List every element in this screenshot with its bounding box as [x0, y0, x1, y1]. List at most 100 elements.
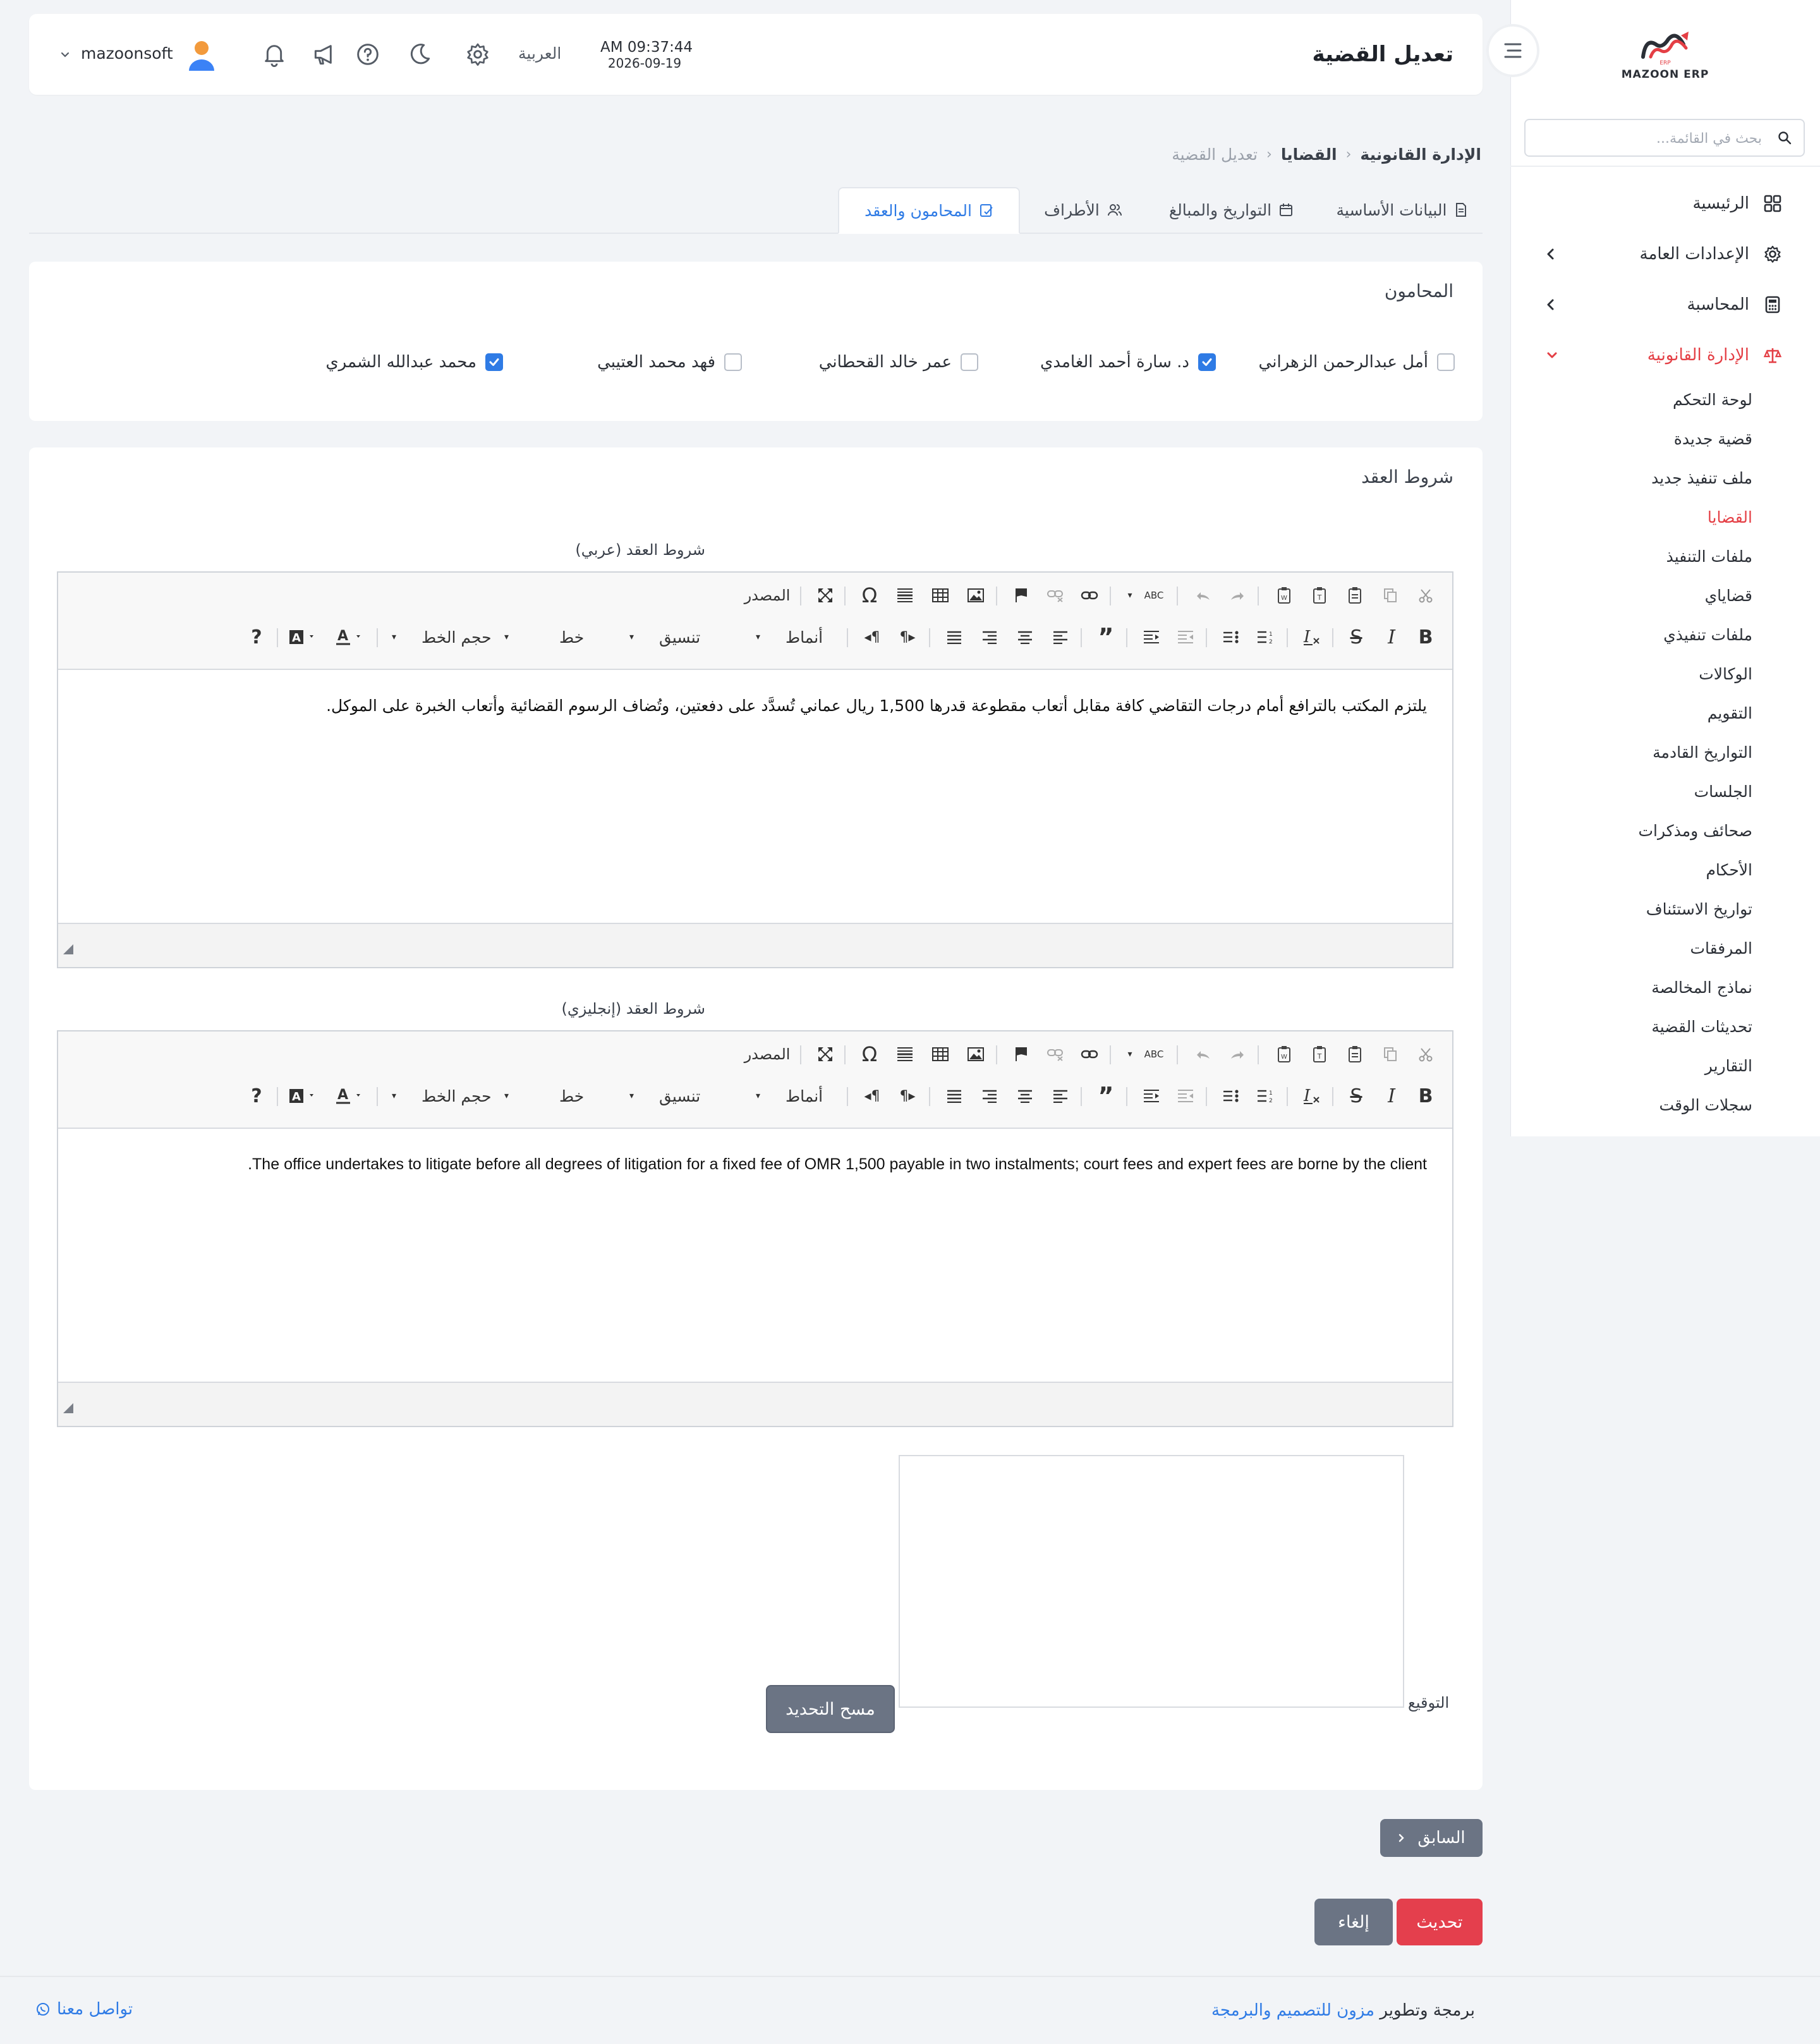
lawyer-checkbox-omar[interactable]: عمر خالد القحطاني: [819, 353, 978, 372]
bulleted-list-icon[interactable]: [1220, 624, 1242, 650]
breadcrumb-parent[interactable]: القضايا: [1281, 145, 1337, 164]
redo-icon[interactable]: [1226, 583, 1249, 608]
app-logo[interactable]: ERP MAZOON ERP: [1618, 25, 1713, 88]
lawyer-checkbox-amal[interactable]: أمل عبدالرحمن الزهراني: [1259, 353, 1455, 372]
paste-word-icon[interactable]: W: [1273, 1042, 1295, 1067]
outdent-icon[interactable]: [1174, 1083, 1197, 1109]
remove-format-icon[interactable]: I: [1301, 1083, 1323, 1109]
cut-icon[interactable]: [1414, 1042, 1437, 1067]
rtl-direction-icon[interactable]: ◂¶: [861, 624, 883, 650]
link-icon[interactable]: [1078, 1042, 1101, 1067]
image-icon[interactable]: [964, 583, 987, 608]
paste-text-icon[interactable]: T: [1308, 1042, 1331, 1067]
copy-icon[interactable]: [1379, 1042, 1402, 1067]
sidebar-subitem-case-updates[interactable]: تحديثات القضية: [1651, 1018, 1752, 1036]
styles-dropdown[interactable]: أنماط ▾: [756, 624, 823, 650]
blockquote-icon[interactable]: ”: [1095, 1082, 1117, 1110]
unlink-icon[interactable]: [1044, 583, 1067, 608]
format-dropdown[interactable]: تنسيق ▾: [629, 624, 700, 650]
checkbox-checked[interactable]: [485, 353, 503, 371]
settings-gear-icon[interactable]: [465, 42, 490, 67]
english-terms-content[interactable]: .The office undertakes to litigate befor…: [248, 1155, 1427, 1174]
indent-icon[interactable]: [1140, 1083, 1163, 1109]
language-switch[interactable]: العربية: [518, 44, 561, 63]
sidebar-subitem-sessions[interactable]: الجلسات: [1694, 782, 1752, 801]
maximize-icon[interactable]: [814, 583, 837, 608]
breadcrumb-root[interactable]: الإدارة القانونية: [1360, 145, 1481, 164]
table-icon[interactable]: [929, 1042, 952, 1067]
update-button[interactable]: تحديث: [1397, 1899, 1483, 1945]
horizontal-rule-icon[interactable]: [894, 583, 916, 608]
align-left-icon[interactable]: [1049, 624, 1072, 650]
arabic-terms-content[interactable]: يلتزم المكتب بالترافع أمام درجات التقاضي…: [326, 697, 1427, 715]
resize-handle-icon[interactable]: [63, 944, 73, 954]
text-color-button[interactable]: A: [334, 624, 368, 650]
redo-icon[interactable]: [1226, 1042, 1249, 1067]
tab-basic-data[interactable]: البيانات الأساسية: [1321, 187, 1483, 233]
search-icon[interactable]: [1777, 130, 1792, 145]
font-size-dropdown[interactable]: حجم الخط ▾: [392, 1083, 492, 1109]
cut-icon[interactable]: [1414, 583, 1437, 608]
sidebar-subitem-new-case[interactable]: قضية جديدة: [1674, 430, 1752, 448]
spellcheck-icon[interactable]: ABC: [1139, 583, 1169, 608]
horizontal-rule-icon[interactable]: [894, 1042, 916, 1067]
bg-color-button[interactable]: A: [287, 1083, 321, 1109]
tab-lawyers-contract[interactable]: المحامون والعقد: [838, 187, 1020, 234]
ltr-direction-icon[interactable]: ¶▸: [896, 624, 919, 650]
cancel-button[interactable]: إلغاء: [1314, 1899, 1393, 1945]
spellcheck-dropdown-icon[interactable]: ▾: [1124, 583, 1136, 608]
sidebar-subitem-my-cases[interactable]: قضاياي: [1705, 587, 1752, 605]
user-name[interactable]: mazoonsoft: [81, 44, 173, 63]
clear-signature-button[interactable]: مسح التحديد: [766, 1685, 895, 1733]
lawyer-checkbox-mohammed[interactable]: محمد عبدالله الشمري: [325, 353, 503, 372]
sidebar-search-input[interactable]: [1546, 126, 1763, 150]
strikethrough-button[interactable]: S: [1346, 1083, 1366, 1109]
help-icon[interactable]: [355, 42, 380, 67]
special-char-icon[interactable]: Ω: [858, 583, 881, 608]
sidebar-subitem-upcoming-dates[interactable]: التواريخ القادمة: [1653, 743, 1752, 762]
bg-color-button[interactable]: A: [287, 624, 321, 650]
sidebar-subitem-reports[interactable]: التقارير: [1705, 1057, 1752, 1075]
font-dropdown[interactable]: خط ▾: [504, 624, 584, 650]
sidebar-subitem-calendar[interactable]: التقويم: [1708, 704, 1752, 722]
megaphone-icon[interactable]: [312, 42, 337, 67]
lawyer-checkbox-sara[interactable]: د. سارة أحمد الغامدي: [1040, 353, 1216, 372]
source-button[interactable]: المصدر: [744, 583, 795, 608]
checkbox-unchecked[interactable]: [724, 353, 742, 371]
align-center-icon[interactable]: [1014, 624, 1036, 650]
dark-mode-moon-icon[interactable]: [407, 42, 432, 67]
chevron-left-icon[interactable]: [1544, 246, 1557, 262]
image-icon[interactable]: [964, 1042, 987, 1067]
signature-pad[interactable]: [899, 1455, 1404, 1708]
tab-dates-amounts[interactable]: التواريخ والمبالغ: [1150, 187, 1312, 233]
align-justify-icon[interactable]: [943, 624, 966, 650]
align-left-icon[interactable]: [1049, 1083, 1072, 1109]
paste-word-icon[interactable]: W: [1273, 583, 1295, 608]
sidebar-subitem-new-execution[interactable]: ملف تنفيذ جديد: [1651, 469, 1752, 487]
sidebar-subitem-appeal-dates[interactable]: تواريخ الاستئناف: [1646, 900, 1752, 918]
sidebar-item-home[interactable]: الرئيسية: [1692, 191, 1782, 216]
numbered-list-icon[interactable]: 12: [1254, 1083, 1277, 1109]
bold-button[interactable]: B: [1416, 624, 1436, 650]
help-button[interactable]: ?: [245, 1083, 268, 1109]
checkbox-unchecked[interactable]: [961, 353, 978, 371]
bold-button[interactable]: B: [1416, 1083, 1436, 1109]
strikethrough-button[interactable]: S: [1346, 624, 1366, 650]
remove-format-icon[interactable]: I: [1301, 624, 1323, 650]
table-icon[interactable]: [929, 583, 952, 608]
checkbox-checked[interactable]: [1198, 353, 1216, 371]
font-size-dropdown[interactable]: حجم الخط ▾: [392, 624, 492, 650]
sidebar-subitem-time-logs[interactable]: سجلات الوقت: [1659, 1096, 1752, 1114]
sidebar-subitem-attachments[interactable]: المرفقات: [1690, 939, 1752, 958]
italic-button[interactable]: I: [1381, 1083, 1402, 1109]
paste-text-icon[interactable]: T: [1308, 583, 1331, 608]
chevron-down-icon[interactable]: [1544, 348, 1560, 363]
ltr-direction-icon[interactable]: ¶▸: [896, 1083, 919, 1109]
align-center-icon[interactable]: [1014, 1083, 1036, 1109]
spellcheck-icon[interactable]: ABC: [1139, 1042, 1169, 1067]
resize-handle-icon[interactable]: [63, 1403, 73, 1413]
sidebar-subitem-agencies[interactable]: الوكالات: [1699, 665, 1752, 683]
paste-icon[interactable]: [1344, 583, 1366, 608]
sidebar-subitem-execution-files[interactable]: ملفات التنفيذ: [1666, 547, 1752, 566]
sidebar-subitem-judgments[interactable]: الأحكام: [1706, 861, 1752, 879]
